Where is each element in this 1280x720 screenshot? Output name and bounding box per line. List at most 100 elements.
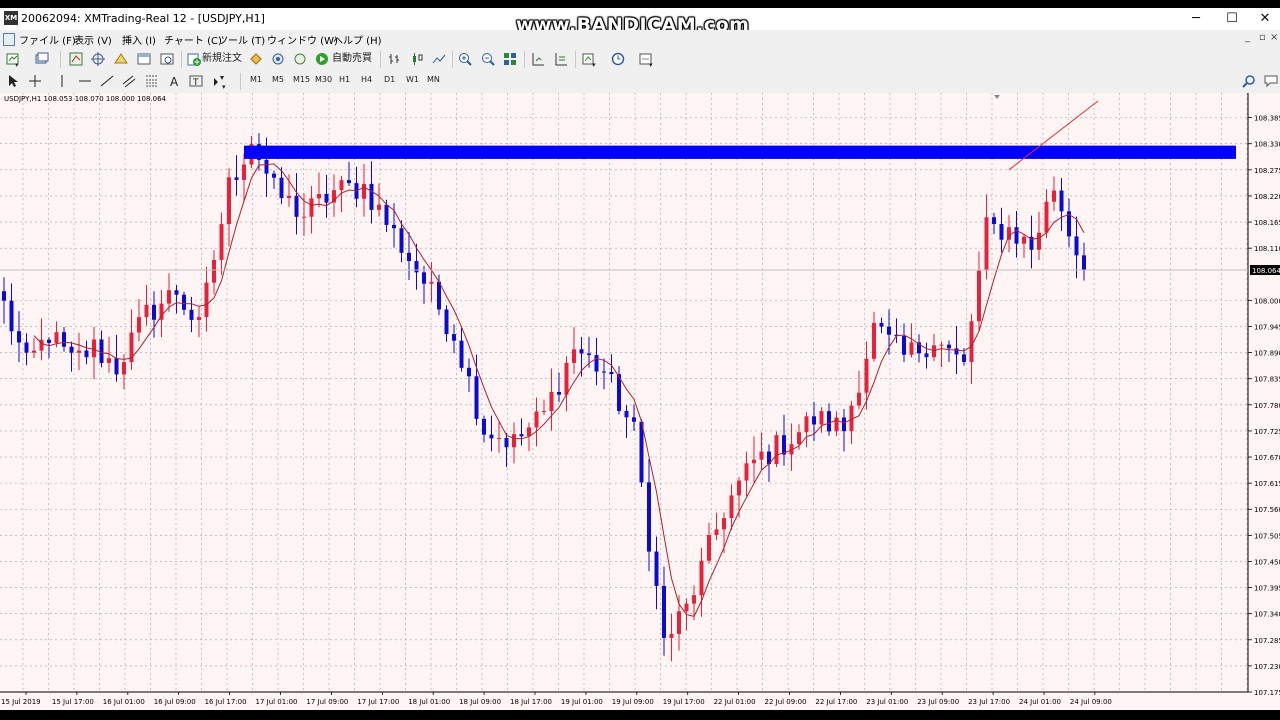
candle-body bbox=[9, 300, 14, 332]
candle-body bbox=[392, 224, 396, 229]
zoom-in-icon[interactable] bbox=[457, 51, 473, 67]
menu-view[interactable]: 表示 (V) bbox=[74, 32, 112, 47]
profiles-icon[interactable] bbox=[34, 51, 50, 67]
mdi-restore-button[interactable]: ▫ bbox=[1259, 32, 1266, 43]
candle-body bbox=[324, 193, 329, 203]
text-icon[interactable]: A bbox=[166, 73, 182, 89]
candle-body bbox=[99, 339, 104, 363]
zoom-out-icon[interactable] bbox=[480, 51, 496, 67]
candle-body bbox=[744, 463, 749, 481]
candle-body bbox=[819, 411, 824, 425]
x-axis-tick-label: 24 Jul 01:00 bbox=[1019, 698, 1061, 706]
candle-body bbox=[272, 173, 276, 178]
auto-trading-button[interactable]: 自動売買 bbox=[332, 51, 372, 67]
templates-icon[interactable]: ▾ bbox=[638, 51, 654, 67]
menu-window[interactable]: ウィンドウ (W) bbox=[267, 32, 338, 47]
document-icon[interactable] bbox=[3, 33, 15, 46]
candle-body bbox=[264, 159, 269, 174]
signals-icon[interactable] bbox=[270, 51, 286, 67]
search-icon[interactable] bbox=[1241, 73, 1257, 89]
y-axis-tick-label: 107.340 bbox=[1254, 611, 1280, 619]
x-axis-tick-label: 15 Jul 2019 bbox=[1, 698, 41, 706]
candle-body bbox=[302, 216, 306, 218]
x-axis-tick-label: 22 Jul 17:00 bbox=[815, 698, 857, 706]
autoscroll-icon[interactable] bbox=[553, 51, 569, 67]
candle-body bbox=[1052, 190, 1056, 202]
timeframe-m5[interactable]: M5 bbox=[272, 75, 284, 84]
crosshair-icon[interactable] bbox=[27, 73, 43, 89]
y-axis-tick-label: 107.890 bbox=[1254, 350, 1280, 358]
candle-body bbox=[527, 427, 531, 437]
chart-shift-icon[interactable] bbox=[530, 51, 546, 67]
line-chart-icon[interactable] bbox=[431, 51, 447, 67]
y-axis-tick-label: 108.165 bbox=[1254, 219, 1280, 227]
horizontal-line-icon[interactable] bbox=[77, 73, 93, 89]
timeframe-m1[interactable]: M1 bbox=[250, 75, 262, 84]
market-watch-icon[interactable] bbox=[68, 51, 84, 67]
timeframe-d1[interactable]: D1 bbox=[384, 75, 395, 84]
fibonacci-icon[interactable] bbox=[144, 73, 160, 89]
chat-icon[interactable] bbox=[1263, 73, 1279, 89]
crosshair-move-icon[interactable] bbox=[90, 51, 106, 67]
new-order-button[interactable]: 新規注文 bbox=[202, 51, 242, 67]
chart-symbol-info: USDJPY,H1 108.053 108.070 108.000 108.06… bbox=[4, 95, 166, 103]
timeframe-w1[interactable]: W1 bbox=[406, 75, 419, 84]
maximize-button[interactable]: ☐ bbox=[1217, 10, 1247, 28]
candlestick-chart[interactable]: 108.385 108.330 108.275 108.220 108.165 108.1… bbox=[0, 93, 1280, 710]
navigator-icon[interactable] bbox=[113, 51, 129, 67]
new-chart-icon[interactable]: ▾ bbox=[5, 51, 21, 67]
candle-body bbox=[999, 223, 1004, 240]
equidistant-channel-icon[interactable] bbox=[121, 73, 137, 89]
y-axis-tick-label: 108.220 bbox=[1254, 193, 1280, 201]
candle-body bbox=[482, 418, 486, 435]
candle-body bbox=[534, 411, 539, 428]
cursor-icon[interactable] bbox=[5, 73, 21, 89]
menu-help[interactable]: ヘルプ (H) bbox=[333, 32, 382, 47]
menu-bar: ファイル (F) 表示 (V) 挿入 (I) チャート (C) ツール (T) … bbox=[0, 30, 1280, 48]
app-icon: XM bbox=[4, 11, 18, 25]
menu-tools[interactable]: ツール (T) bbox=[218, 32, 265, 47]
chart-window[interactable]: 108.385 108.330 108.275 108.220 108.165 108.1… bbox=[0, 93, 1280, 710]
menu-file[interactable]: ファイル (F) bbox=[19, 32, 76, 47]
candle-body bbox=[377, 204, 381, 210]
svg-text:▾: ▾ bbox=[222, 83, 226, 89]
tile-windows-icon[interactable] bbox=[502, 51, 518, 67]
menu-insert[interactable]: 挿入 (I) bbox=[122, 32, 156, 47]
metaeditor-icon[interactable] bbox=[248, 51, 264, 67]
periods-icon[interactable] bbox=[610, 51, 626, 67]
arrows-icon[interactable]: ▾ bbox=[211, 73, 227, 89]
menu-chart[interactable]: チャート (C) bbox=[164, 32, 222, 47]
candle-body bbox=[609, 371, 614, 375]
timeframe-mn[interactable]: MN bbox=[427, 75, 440, 84]
vertical-line-icon[interactable] bbox=[54, 73, 70, 89]
auto-trading-icon[interactable] bbox=[314, 51, 330, 67]
candle-body bbox=[542, 411, 546, 413]
mdi-close-button[interactable]: × bbox=[1270, 32, 1278, 43]
bar-chart-icon[interactable] bbox=[387, 51, 403, 67]
indicators-icon[interactable]: ▾ bbox=[581, 51, 597, 67]
timeframe-m30[interactable]: M30 bbox=[315, 75, 332, 84]
timeframe-h4[interactable]: H4 bbox=[361, 75, 372, 84]
terminal-icon[interactable] bbox=[136, 51, 152, 67]
x-axis-tick-label: 19 Jul 09:00 bbox=[612, 698, 654, 706]
market-icon[interactable] bbox=[292, 51, 308, 67]
candle-body bbox=[69, 346, 74, 353]
tester-icon[interactable] bbox=[159, 51, 175, 67]
candle-body bbox=[122, 362, 126, 375]
candle-body bbox=[677, 611, 681, 634]
new-order-icon[interactable] bbox=[186, 51, 202, 67]
candle-body bbox=[174, 290, 179, 295]
x-axis-tick-label: 15 Jul 17:00 bbox=[52, 698, 94, 706]
candle-body bbox=[947, 344, 951, 349]
trendline-icon[interactable] bbox=[99, 73, 115, 89]
mdi-minimize-button[interactable]: _ bbox=[1245, 32, 1250, 43]
text-label-icon[interactable]: T bbox=[188, 73, 204, 89]
candlestick-icon[interactable] bbox=[409, 51, 425, 67]
candle-body bbox=[92, 339, 96, 358]
timeframe-m15[interactable]: M15 bbox=[293, 75, 310, 84]
close-button[interactable]: ✕ bbox=[1250, 10, 1280, 28]
x-axis-tick-label: 18 Jul 01:00 bbox=[408, 698, 450, 706]
timeframe-h1[interactable]: H1 bbox=[339, 75, 350, 84]
candle-body bbox=[632, 417, 636, 422]
minimize-button[interactable]: ─ bbox=[1181, 10, 1211, 28]
